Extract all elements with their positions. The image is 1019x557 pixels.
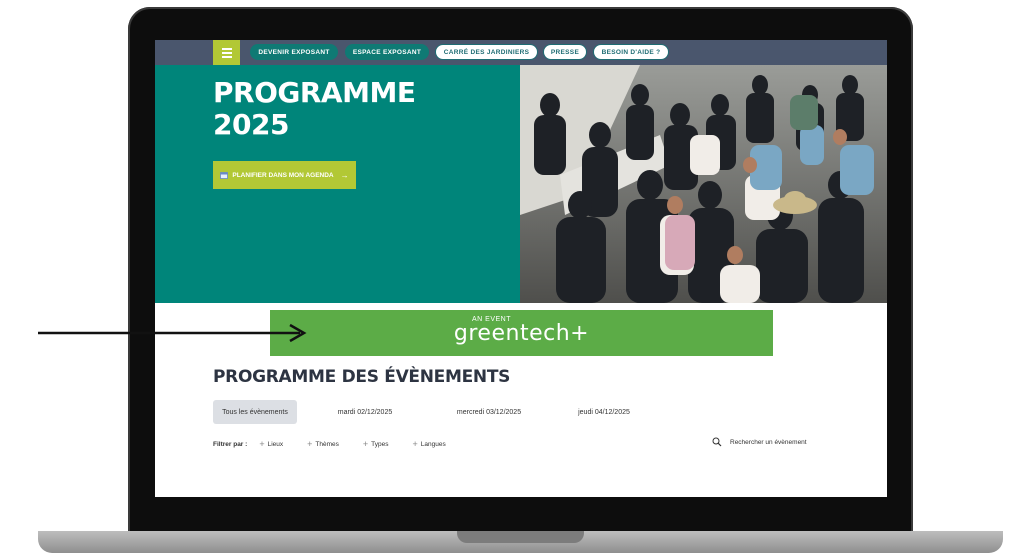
greentech-banner[interactable]: AN EVENT greentech+ — [270, 310, 773, 356]
event-search[interactable]: Rechercher un évènement — [712, 437, 807, 447]
nav-carre-des-jardiniers[interactable]: CARRÉ DES JARDINIERS — [435, 44, 538, 60]
browser-screen: DEVENIR EXPOSANT ESPACE EXPOSANT CARRÉ D… — [155, 40, 887, 497]
annotation-arrow — [38, 323, 307, 343]
nav-espace-exposant[interactable]: ESPACE EXPOSANT — [345, 44, 429, 60]
laptop-notch — [457, 531, 584, 543]
tab-mercredi[interactable]: mercredi 03/12/2025 — [445, 400, 533, 424]
plus-icon: + — [307, 439, 313, 449]
filter-bar: Filtrer par : + Lieux + Thèmes + Types +… — [213, 438, 446, 450]
greentech-logo: greentech+ — [453, 321, 590, 346]
hero-title: PROGRAMME 2025 — [213, 76, 416, 141]
menu-icon[interactable] — [213, 40, 240, 65]
search-icon — [712, 437, 722, 447]
nav-besoin-aide[interactable]: BESOIN D'AIDE ? — [593, 44, 669, 60]
plan-agenda-button[interactable]: PLANIFIER DANS MON AGENDA → — [213, 161, 356, 189]
nav-devenir-exposant[interactable]: DEVENIR EXPOSANT — [250, 44, 338, 60]
filter-types-label: Types — [371, 440, 389, 448]
search-placeholder: Rechercher un évènement — [730, 438, 807, 446]
filter-lieux-label: Lieux — [267, 440, 284, 448]
audience-illustration — [520, 65, 887, 303]
calendar-icon — [220, 172, 229, 179]
hero-title-line1: PROGRAMME — [213, 76, 416, 109]
hero-panel: PROGRAMME 2025 PLANIFIER DANS MON AGENDA… — [155, 65, 520, 303]
plus-icon: + — [412, 439, 418, 449]
tab-mardi[interactable]: mardi 02/12/2025 — [325, 400, 405, 424]
nav-presse[interactable]: PRESSE — [543, 44, 587, 60]
arrow-right-icon: → — [340, 170, 349, 180]
plan-agenda-label: PLANIFIER DANS MON AGENDA — [232, 171, 334, 179]
tab-jeudi[interactable]: jeudi 04/12/2025 — [565, 400, 643, 424]
filter-themes[interactable]: + Thèmes — [307, 439, 339, 449]
filter-lieux[interactable]: + Lieux — [259, 439, 283, 449]
filter-langues-label: Langues — [420, 440, 446, 448]
filter-label: Filtrer par : — [213, 440, 248, 448]
filter-types[interactable]: + Types — [363, 439, 389, 449]
hero-title-line2: 2025 — [213, 108, 289, 141]
filter-langues[interactable]: + Langues — [412, 439, 445, 449]
filter-themes-label: Thèmes — [315, 440, 339, 448]
plus-icon: + — [259, 439, 265, 449]
top-navbar: DEVENIR EXPOSANT ESPACE EXPOSANT CARRÉ D… — [155, 40, 887, 65]
hero-audience-photo — [520, 65, 887, 303]
tab-all-events[interactable]: Tous les évènements — [213, 400, 297, 424]
plus-icon: + — [362, 439, 369, 449]
programme-title: PROGRAMME DES ÉVÈNEMENTS — [213, 367, 511, 387]
